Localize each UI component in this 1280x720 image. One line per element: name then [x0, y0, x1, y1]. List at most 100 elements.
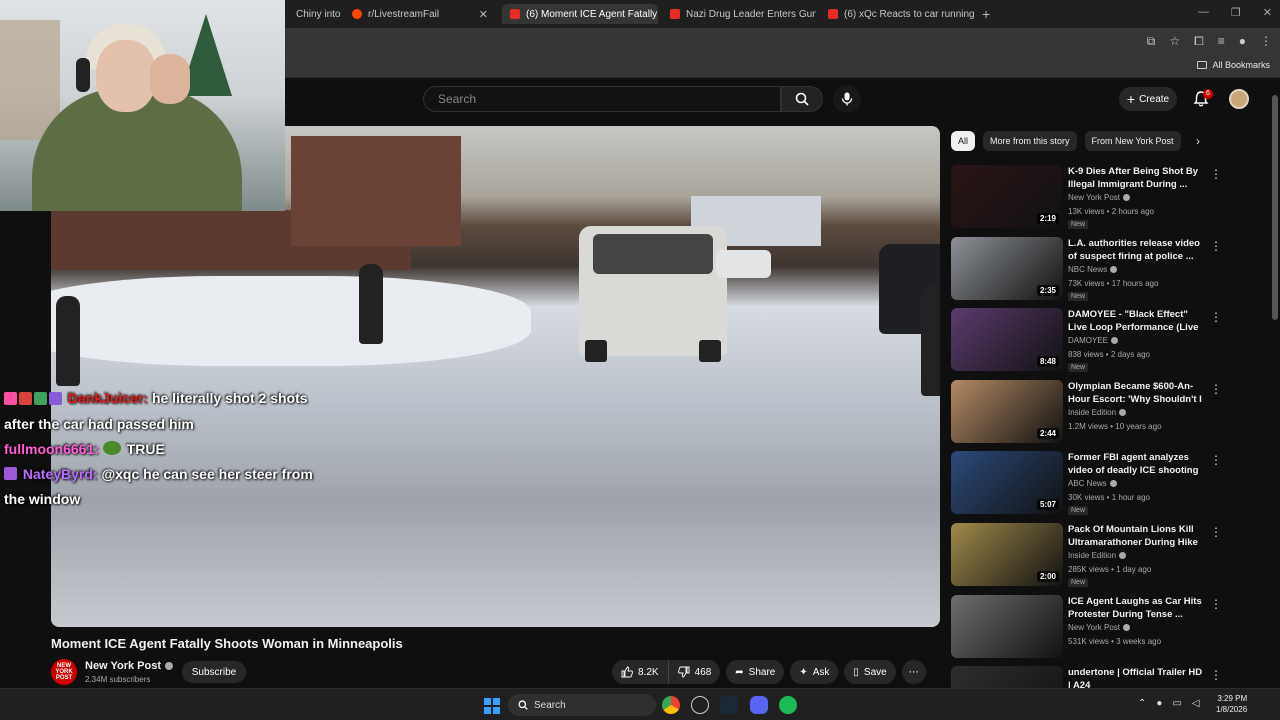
- cast-icon[interactable]: ⧉: [1147, 34, 1156, 49]
- more-options-icon[interactable]: ⋮: [1210, 167, 1222, 181]
- recommendation-meta: 838 views • 2 days ago: [1068, 350, 1150, 360]
- channel-name[interactable]: New York Post: [85, 660, 174, 672]
- like-button[interactable]: 8.2K: [612, 660, 668, 684]
- recommendation-meta: 531K views • 3 weeks ago: [1068, 636, 1162, 646]
- badge-icon: [4, 466, 17, 480]
- recommendation-title[interactable]: Former FBI agent analyzes video of deadl…: [1068, 451, 1206, 477]
- recommendation-title[interactable]: L.A. authorities release video of suspec…: [1068, 237, 1206, 263]
- steam-icon[interactable]: [720, 696, 738, 714]
- recommendation-channel[interactable]: New York Post: [1068, 193, 1131, 202]
- maximize-icon[interactable]: ❐: [1231, 6, 1241, 19]
- share-button[interactable]: ➦ Share: [726, 660, 785, 684]
- menu-icon[interactable]: ⋮: [1260, 34, 1272, 49]
- video-thumbnail[interactable]: 2:19: [951, 165, 1063, 228]
- recommendation-title[interactable]: Pack Of Mountain Lions Kill Ultramaratho…: [1068, 523, 1206, 549]
- save-button[interactable]: ▯ Save: [844, 660, 896, 684]
- chrome-icon[interactable]: [662, 696, 680, 714]
- verified-icon: [1123, 623, 1131, 631]
- recommendation-item[interactable]: 8:48 DAMOYEE - "Black Effect" Live Loop P…: [951, 308, 1231, 374]
- video-title: Moment ICE Agent Fatally Shoots Woman in…: [51, 636, 403, 651]
- channel-avatar[interactable]: NEW YORK POST: [51, 659, 77, 685]
- recommendation-item[interactable]: ICE Agent Laughs as Car Hits Protester D…: [951, 594, 1231, 661]
- tab-3-active[interactable]: (6) Moment ICE Agent Fatally S ✕: [502, 4, 658, 24]
- recommendation-channel[interactable]: New York Post: [1068, 623, 1131, 632]
- chat-badges: [4, 387, 64, 412]
- network-icon[interactable]: ▭: [1172, 698, 1181, 709]
- more-options-icon[interactable]: ⋮: [1210, 668, 1222, 682]
- recommendation-meta: 285K views • 1 day ago: [1068, 565, 1152, 574]
- recommendation-title[interactable]: K-9 Dies After Being Shot By Illegal Imm…: [1068, 165, 1206, 191]
- recommendation-channel[interactable]: DAMOYEE: [1068, 336, 1119, 345]
- recommendation-channel[interactable]: Inside Edition: [1068, 551, 1127, 560]
- recommendation-channel[interactable]: ABC News: [1068, 479, 1117, 488]
- channel-name-text: Inside Edition: [1068, 551, 1117, 560]
- more-options-icon[interactable]: ⋮: [1210, 310, 1222, 324]
- more-options-icon[interactable]: ⋮: [1210, 525, 1222, 539]
- chip-more-from-story[interactable]: More from this story: [983, 131, 1077, 151]
- recommendation-item[interactable]: 2:19 K-9 Dies After Being Shot By Illegal…: [951, 165, 1231, 231]
- discord-icon[interactable]: [750, 696, 768, 714]
- voice-search-button[interactable]: [833, 85, 861, 113]
- subscribe-button[interactable]: Subscribe: [182, 661, 246, 683]
- mic-tray-icon[interactable]: ●: [1156, 698, 1162, 709]
- dislike-button[interactable]: 468: [667, 660, 721, 684]
- windows-start-icon[interactable]: [484, 698, 500, 714]
- spotify-icon[interactable]: [779, 696, 797, 714]
- chip-from-channel[interactable]: From New York Post: [1084, 131, 1181, 151]
- channel-name-text: New York Post: [85, 660, 162, 672]
- profile-icon[interactable]: ●: [1239, 34, 1246, 49]
- chevron-right-icon[interactable]: ›: [1196, 134, 1200, 148]
- more-options-icon[interactable]: ⋮: [1210, 453, 1222, 467]
- recommendation-meta: 30K views • 1 hour ago: [1068, 493, 1150, 503]
- star-icon[interactable]: ☆: [1169, 34, 1180, 49]
- extensions-icon[interactable]: ⧠: [1194, 34, 1204, 49]
- verified-icon: [1123, 194, 1131, 201]
- search-input[interactable]: Search: [423, 86, 781, 112]
- recommendation-title[interactable]: DAMOYEE - "Black Effect" Live Loop Perfo…: [1068, 308, 1206, 334]
- tab-5[interactable]: (6) xQc Reacts to car running o ✕: [820, 4, 974, 24]
- reading-list-icon[interactable]: ≡: [1218, 34, 1225, 49]
- video-thumbnail[interactable]: [951, 594, 1063, 658]
- video-thumbnail[interactable]: 5:07: [951, 451, 1063, 515]
- close-window-icon[interactable]: ✕: [1263, 6, 1272, 19]
- recommendation-channel[interactable]: NBC News: [1068, 265, 1118, 274]
- minimize-icon[interactable]: —: [1198, 6, 1209, 19]
- new-badge: New: [1068, 291, 1089, 301]
- tab-1[interactable]: Chiny into ! ✕: [288, 4, 340, 24]
- chevron-up-icon[interactable]: ⌃: [1138, 698, 1146, 709]
- more-actions-button[interactable]: ⋯: [901, 660, 926, 684]
- tab-2[interactable]: r/LivestreamFail ✕: [344, 4, 496, 24]
- more-options-icon[interactable]: ⋮: [1210, 382, 1222, 396]
- verified-icon: [1111, 337, 1119, 345]
- close-icon[interactable]: ✕: [479, 8, 488, 21]
- settings-icon[interactable]: [691, 696, 709, 714]
- recommendation-title[interactable]: Olympian Became $600-An-Hour Escort: 'Wh…: [1068, 380, 1206, 406]
- video-thumbnail[interactable]: 8:48: [951, 308, 1063, 372]
- recommendation-channel[interactable]: Inside Edition: [1068, 408, 1127, 417]
- account-avatar[interactable]: [1229, 89, 1249, 109]
- search-button[interactable]: [781, 86, 823, 112]
- scrollbar-thumb[interactable]: [1272, 95, 1278, 320]
- recommendation-item[interactable]: 2:35 L.A. authorities release video of su…: [951, 236, 1231, 303]
- video-duration: 2:00: [1036, 571, 1059, 582]
- recommendation-item[interactable]: 2:44 Olympian Became $600-An-Hour Escort:…: [951, 379, 1231, 446]
- thumbs-up-icon: [621, 666, 633, 678]
- taskbar-search[interactable]: Search: [508, 694, 656, 716]
- video-thumbnail[interactable]: 2:44: [951, 379, 1063, 443]
- volume-icon[interactable]: ◁: [1192, 698, 1200, 709]
- ask-button[interactable]: ✦ Ask: [790, 660, 839, 684]
- video-thumbnail[interactable]: 2:00: [951, 523, 1063, 586]
- recommendation-item[interactable]: 2:00 Pack Of Mountain Lions Kill Ultramar…: [951, 523, 1231, 589]
- video-thumbnail[interactable]: 2:35: [951, 236, 1063, 300]
- reddit-icon: [352, 9, 362, 19]
- recommendation-item[interactable]: 5:07 Former FBI agent analyzes video of d…: [951, 451, 1231, 517]
- new-tab-icon[interactable]: +: [982, 6, 990, 22]
- create-button[interactable]: + Create: [1119, 87, 1177, 111]
- recommendation-title[interactable]: ICE Agent Laughs as Car Hits Protester D…: [1068, 595, 1206, 621]
- chip-all[interactable]: All: [951, 131, 976, 151]
- more-options-icon[interactable]: ⋮: [1210, 597, 1222, 611]
- all-bookmarks-button[interactable]: All Bookmarks: [1197, 60, 1270, 70]
- clock[interactable]: 3:29 PM 1/8/2026: [1216, 693, 1247, 715]
- more-options-icon[interactable]: ⋮: [1210, 239, 1222, 253]
- tab-4[interactable]: Nazi Drug Leader Enters Gunfig ✕: [662, 4, 816, 24]
